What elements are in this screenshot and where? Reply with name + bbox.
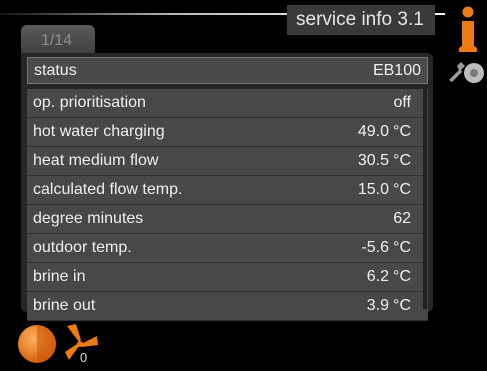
row-unit: °C bbox=[393, 152, 411, 169]
tools-icon[interactable] bbox=[447, 60, 485, 86]
info-icon[interactable] bbox=[459, 6, 477, 52]
info-list: op. prioritisation off hot water chargin… bbox=[27, 89, 428, 321]
row-label: hot water charging bbox=[33, 123, 165, 140]
list-item: outdoor temp. -5.6 °C bbox=[27, 234, 428, 263]
row-label: heat medium flow bbox=[33, 152, 159, 169]
row-unit: °C bbox=[393, 297, 411, 314]
row-value: 62 bbox=[393, 210, 411, 227]
status-value: EB100 bbox=[372, 62, 421, 79]
list-item: heat medium flow 30.5 °C bbox=[27, 147, 428, 176]
row-label: brine in bbox=[33, 268, 86, 285]
list-item: hot water charging 49.0 °C bbox=[27, 118, 428, 147]
status-row[interactable]: status EB100 bbox=[27, 57, 428, 84]
scrollbar-track[interactable] bbox=[423, 89, 427, 309]
row-unit: °C bbox=[393, 181, 411, 198]
list-item: brine in 6.2 °C bbox=[27, 263, 428, 292]
row-unit: °C bbox=[393, 239, 411, 256]
menu-title: service info 3.1 bbox=[287, 5, 435, 35]
row-value: 15.0 bbox=[357, 181, 389, 198]
list-item: brine out 3.9 °C bbox=[27, 292, 428, 321]
row-label: brine out bbox=[33, 297, 96, 314]
list-item: calculated flow temp. 15.0 °C bbox=[27, 176, 428, 205]
row-value: 3.9 bbox=[366, 297, 389, 314]
row-value: 6.2 bbox=[366, 268, 389, 285]
row-label: calculated flow temp. bbox=[33, 181, 183, 198]
row-value: 49.0 bbox=[357, 123, 389, 140]
list-item: degree minutes 62 bbox=[27, 205, 428, 234]
row-unit: °C bbox=[393, 268, 411, 285]
status-label: status bbox=[34, 62, 77, 79]
row-value: off bbox=[393, 94, 412, 111]
compressor-ball-icon bbox=[18, 325, 56, 363]
row-label: op. prioritisation bbox=[33, 94, 146, 111]
fan-speed-value: 0 bbox=[80, 350, 88, 365]
row-value: -5.6 bbox=[361, 239, 389, 256]
row-label: outdoor temp. bbox=[33, 239, 132, 256]
row-value: 30.5 bbox=[357, 152, 389, 169]
row-unit: °C bbox=[393, 123, 411, 140]
list-item: op. prioritisation off bbox=[27, 89, 428, 118]
row-label: degree minutes bbox=[33, 210, 144, 227]
